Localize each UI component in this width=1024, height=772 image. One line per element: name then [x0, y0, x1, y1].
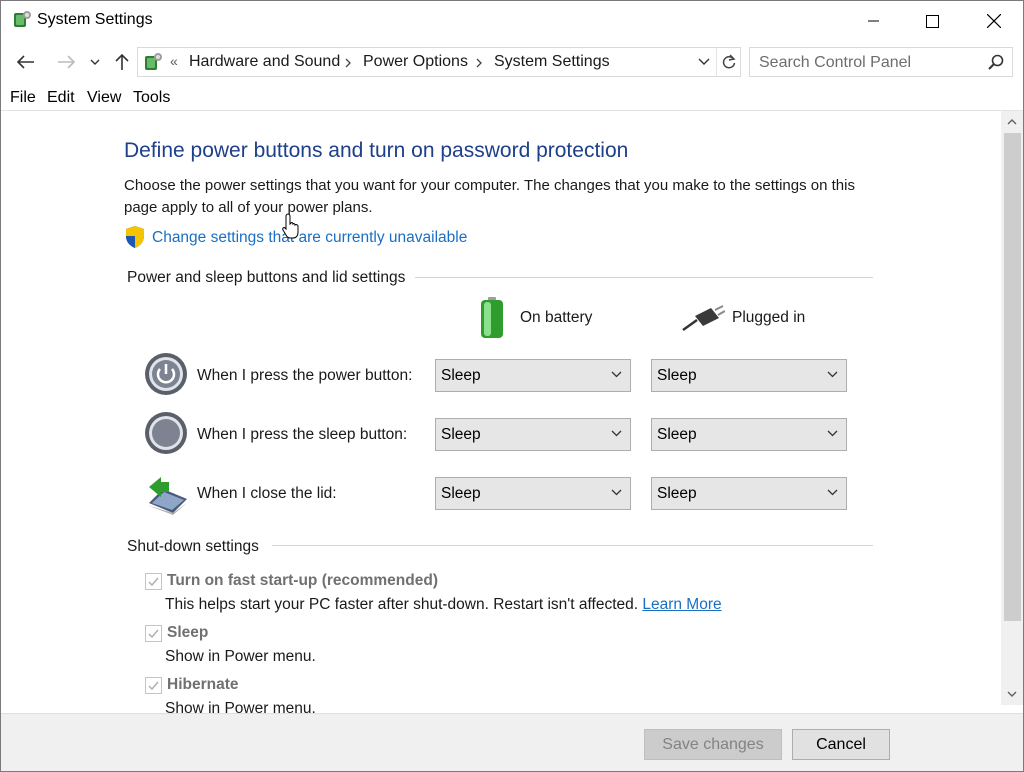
footer-bar: Save changes Cancel	[1, 713, 1023, 771]
menu-edit[interactable]: Edit	[47, 89, 75, 107]
breadcrumb-power-options[interactable]: Power Options	[363, 53, 468, 71]
page-title: Define power buttons and turn on passwor…	[124, 139, 629, 162]
save-changes-button[interactable]: Save changes	[644, 729, 782, 760]
scroll-up-button[interactable]	[1001, 111, 1023, 133]
hibernate-option-description: Show in Power menu.	[165, 700, 316, 713]
control-panel-icon	[14, 11, 31, 27]
sleep-button-plugged-select[interactable]: Sleep	[651, 418, 847, 451]
sleep-option-description: Show in Power menu.	[165, 648, 316, 665]
close-lid-plugged-select[interactable]: Sleep	[651, 477, 847, 510]
main-content: Define power buttons and turn on passwor…	[1, 111, 1001, 713]
maximize-button[interactable]	[901, 1, 963, 41]
chevron-right-icon[interactable]	[476, 58, 483, 68]
section-divider	[415, 277, 873, 278]
breadcrumb-overflow[interactable]: «	[170, 53, 178, 69]
sleep-checkbox[interactable]	[145, 625, 162, 642]
window-title: System Settings	[37, 11, 153, 28]
close-lid-battery-select[interactable]: Sleep	[435, 477, 631, 510]
laptop-lid-icon	[147, 477, 187, 515]
search-placeholder: Search Control Panel	[759, 54, 912, 71]
cancel-button[interactable]: Cancel	[792, 729, 890, 760]
page-description: Choose the power settings that you want …	[124, 177, 855, 216]
select-value: Sleep	[441, 485, 481, 502]
close-button[interactable]	[963, 1, 1023, 41]
minimize-icon	[868, 20, 879, 22]
chevron-down-icon	[611, 371, 622, 378]
power-button-icon	[145, 353, 187, 395]
refresh-icon	[722, 54, 736, 69]
close-lid-label: When I close the lid:	[197, 485, 337, 502]
shutdown-section-label: Shut-down settings	[127, 538, 259, 555]
scrollbar-thumb[interactable]	[1004, 133, 1021, 621]
fast-startup-desc-text: This helps start your PC faster after sh…	[165, 596, 639, 613]
up-button[interactable]	[111, 49, 133, 75]
back-arrow-icon	[17, 55, 34, 69]
on-battery-header: On battery	[520, 309, 593, 326]
menu-file[interactable]: File	[10, 89, 36, 107]
checkmark-icon	[148, 681, 159, 691]
back-button[interactable]	[13, 49, 39, 75]
address-dropdown-icon[interactable]	[697, 54, 711, 68]
scroll-down-button[interactable]	[1001, 683, 1023, 705]
vertical-scrollbar[interactable]	[1001, 111, 1023, 705]
power-button-label: When I press the power button:	[197, 367, 413, 384]
hibernate-checkbox[interactable]	[145, 677, 162, 694]
close-icon	[987, 14, 1001, 28]
power-section-label: Power and sleep buttons and lid settings	[127, 269, 406, 286]
select-value: Sleep	[657, 485, 697, 502]
fast-startup-description: This helps start your PC faster after sh…	[165, 596, 722, 614]
change-settings-link[interactable]: Change settings that are currently unava…	[152, 229, 467, 247]
power-button-plugged-select[interactable]: Sleep	[651, 359, 847, 392]
hand-cursor-icon	[282, 213, 299, 239]
power-button-battery-select[interactable]: Sleep	[435, 359, 631, 392]
select-value: Sleep	[657, 367, 697, 384]
chevron-down-icon	[827, 489, 838, 496]
battery-icon	[481, 297, 503, 338]
recent-locations-button[interactable]	[87, 49, 103, 75]
chevron-down-icon	[90, 59, 100, 65]
chevron-down-icon	[827, 371, 838, 378]
breadcrumb-hardware-and-sound[interactable]: Hardware and Sound	[189, 53, 340, 71]
up-arrow-icon	[115, 53, 129, 70]
fast-startup-label: Turn on fast start-up (recommended)	[167, 572, 438, 589]
maximize-icon	[925, 14, 939, 28]
navigation-bar: « Hardware and Sound Power Options Syste…	[1, 45, 1023, 79]
plugged-in-header: Plugged in	[732, 309, 806, 326]
search-icon	[988, 54, 1004, 70]
title-bar: System Settings	[1, 1, 1023, 41]
select-value: Sleep	[441, 367, 481, 384]
select-value: Sleep	[657, 426, 697, 443]
sleep-button-icon	[145, 412, 187, 454]
hibernate-option-label: Hibernate	[167, 676, 239, 693]
system-settings-window: System Settings « Hardware and Sound Pow…	[0, 0, 1024, 772]
chevron-down-icon	[611, 489, 622, 496]
sleep-button-battery-select[interactable]: Sleep	[435, 418, 631, 451]
forward-arrow-icon	[58, 55, 75, 69]
checkmark-icon	[148, 577, 159, 587]
minimize-button[interactable]	[843, 1, 905, 41]
section-divider	[272, 545, 873, 546]
menu-view[interactable]: View	[87, 89, 121, 107]
chevron-right-icon[interactable]	[345, 58, 352, 68]
control-panel-icon	[145, 53, 162, 70]
learn-more-link[interactable]: Learn More	[642, 596, 721, 613]
sleep-button-label: When I press the sleep button:	[197, 426, 408, 443]
uac-shield-icon	[126, 226, 144, 248]
chevron-down-icon	[1007, 691, 1017, 697]
chevron-up-icon	[1007, 119, 1017, 125]
fast-startup-checkbox[interactable]	[145, 573, 162, 590]
address-bar[interactable]: « Hardware and Sound Power Options Syste…	[137, 47, 741, 77]
power-plug-icon	[682, 305, 725, 332]
chevron-down-icon	[827, 430, 838, 437]
forward-button[interactable]	[53, 49, 79, 75]
refresh-button[interactable]	[716, 48, 740, 76]
sleep-option-label: Sleep	[167, 624, 209, 641]
checkmark-icon	[148, 629, 159, 639]
search-input[interactable]: Search Control Panel	[749, 47, 1013, 77]
menu-tools[interactable]: Tools	[133, 89, 170, 107]
menu-bar: File Edit View Tools	[1, 85, 1023, 111]
chevron-down-icon	[611, 430, 622, 437]
select-value: Sleep	[441, 426, 481, 443]
breadcrumb-system-settings[interactable]: System Settings	[494, 53, 610, 71]
